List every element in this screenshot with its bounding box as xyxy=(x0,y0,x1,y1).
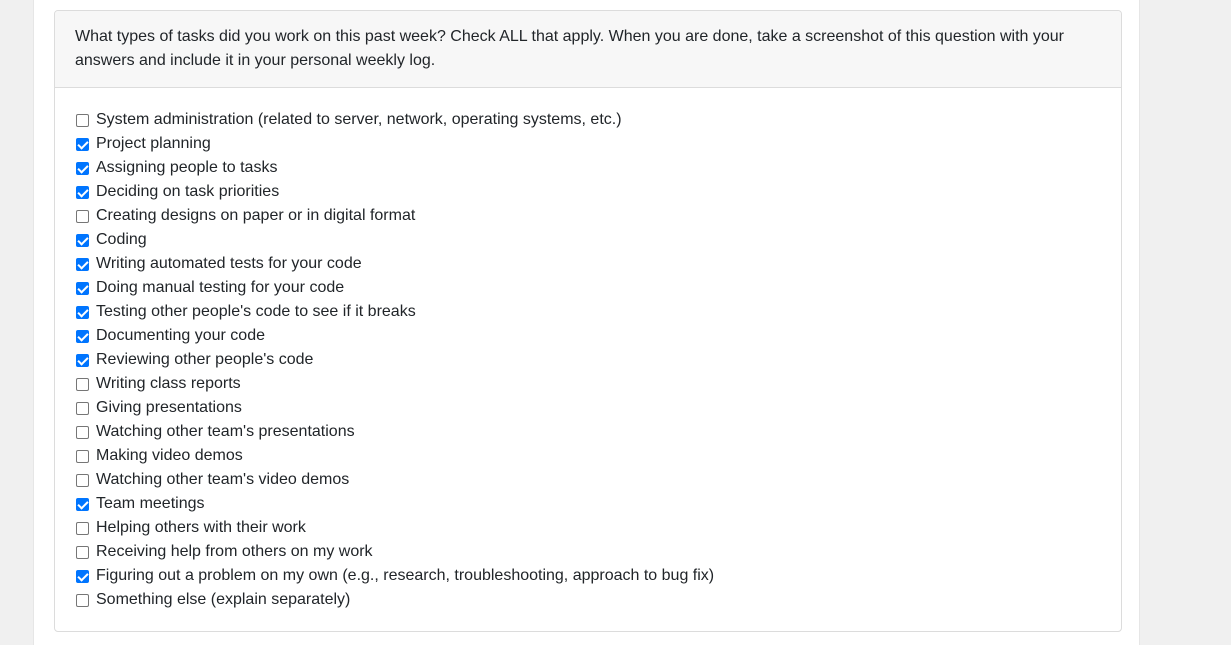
option-label[interactable]: Helping others with their work xyxy=(96,516,306,540)
option-checkbox[interactable] xyxy=(76,233,89,247)
option-label[interactable]: Making video demos xyxy=(96,444,243,468)
option-checkbox[interactable] xyxy=(76,353,89,367)
checkbox-option[interactable]: Writing automated tests for your code xyxy=(75,252,1101,276)
option-label[interactable]: Coding xyxy=(96,228,147,252)
checkbox-option[interactable]: Documenting your code xyxy=(75,324,1101,348)
checkbox-option[interactable]: Team meetings xyxy=(75,492,1101,516)
option-checkbox[interactable] xyxy=(76,569,89,583)
checkbox-option[interactable]: Making video demos xyxy=(75,444,1101,468)
page-frame: What types of tasks did you work on this… xyxy=(33,0,1140,645)
option-label[interactable]: Documenting your code xyxy=(96,324,265,348)
question-header: What types of tasks did you work on this… xyxy=(55,11,1121,88)
checkbox-list: System administration (related to server… xyxy=(75,108,1101,612)
option-checkbox[interactable] xyxy=(76,377,89,391)
option-label[interactable]: Team meetings xyxy=(96,492,205,516)
option-checkbox[interactable] xyxy=(76,113,89,127)
option-label[interactable]: Watching other team's video demos xyxy=(96,468,349,492)
checkbox-option[interactable]: Giving presentations xyxy=(75,396,1101,420)
checkbox-option[interactable]: Assigning people to tasks xyxy=(75,156,1101,180)
option-label[interactable]: Figuring out a problem on my own (e.g., … xyxy=(96,564,714,588)
option-checkbox[interactable] xyxy=(76,497,89,511)
checkbox-option[interactable]: Receiving help from others on my work xyxy=(75,540,1101,564)
checkbox-option[interactable]: Testing other people's code to see if it… xyxy=(75,300,1101,324)
option-checkbox[interactable] xyxy=(76,473,89,487)
checkbox-option[interactable]: Helping others with their work xyxy=(75,516,1101,540)
checkbox-option[interactable]: Reviewing other people's code xyxy=(75,348,1101,372)
option-checkbox[interactable] xyxy=(76,305,89,319)
option-label[interactable]: Giving presentations xyxy=(96,396,242,420)
option-label[interactable]: Creating designs on paper or in digital … xyxy=(96,204,415,228)
checkbox-option[interactable]: Figuring out a problem on my own (e.g., … xyxy=(75,564,1101,588)
option-checkbox[interactable] xyxy=(76,545,89,559)
checkbox-option[interactable]: Deciding on task priorities xyxy=(75,180,1101,204)
checkbox-option[interactable]: Project planning xyxy=(75,132,1101,156)
option-label[interactable]: System administration (related to server… xyxy=(96,108,622,132)
option-checkbox[interactable] xyxy=(76,209,89,223)
option-checkbox[interactable] xyxy=(76,281,89,295)
option-checkbox[interactable] xyxy=(76,425,89,439)
checkbox-option[interactable]: Doing manual testing for your code xyxy=(75,276,1101,300)
option-checkbox[interactable] xyxy=(76,401,89,415)
checkbox-option[interactable]: Watching other team's video demos xyxy=(75,468,1101,492)
checkbox-option[interactable]: Creating designs on paper or in digital … xyxy=(75,204,1101,228)
checkbox-option[interactable]: Coding xyxy=(75,228,1101,252)
option-label[interactable]: Watching other team's presentations xyxy=(96,420,355,444)
option-label[interactable]: Doing manual testing for your code xyxy=(96,276,344,300)
option-checkbox[interactable] xyxy=(76,449,89,463)
checkbox-option[interactable]: Watching other team's presentations xyxy=(75,420,1101,444)
option-label[interactable]: Project planning xyxy=(96,132,211,156)
option-checkbox[interactable] xyxy=(76,185,89,199)
option-checkbox[interactable] xyxy=(76,521,89,535)
option-label[interactable]: Receiving help from others on my work xyxy=(96,540,373,564)
option-checkbox[interactable] xyxy=(76,137,89,151)
option-checkbox[interactable] xyxy=(76,329,89,343)
answer-options: System administration (related to server… xyxy=(55,88,1121,612)
option-label[interactable]: Assigning people to tasks xyxy=(96,156,277,180)
option-label[interactable]: Writing class reports xyxy=(96,372,241,396)
option-checkbox[interactable] xyxy=(76,593,89,607)
checkbox-option[interactable]: Something else (explain separately) xyxy=(75,588,1101,612)
option-checkbox[interactable] xyxy=(76,161,89,175)
option-label[interactable]: Reviewing other people's code xyxy=(96,348,313,372)
option-label[interactable]: Writing automated tests for your code xyxy=(96,252,362,276)
option-checkbox[interactable] xyxy=(76,257,89,271)
option-label[interactable]: Testing other people's code to see if it… xyxy=(96,300,416,324)
option-label[interactable]: Deciding on task priorities xyxy=(96,180,279,204)
question-card: What types of tasks did you work on this… xyxy=(54,10,1122,632)
checkbox-option[interactable]: Writing class reports xyxy=(75,372,1101,396)
question-text: What types of tasks did you work on this… xyxy=(75,28,1064,69)
checkbox-option[interactable]: System administration (related to server… xyxy=(75,108,1101,132)
option-label[interactable]: Something else (explain separately) xyxy=(96,588,350,612)
